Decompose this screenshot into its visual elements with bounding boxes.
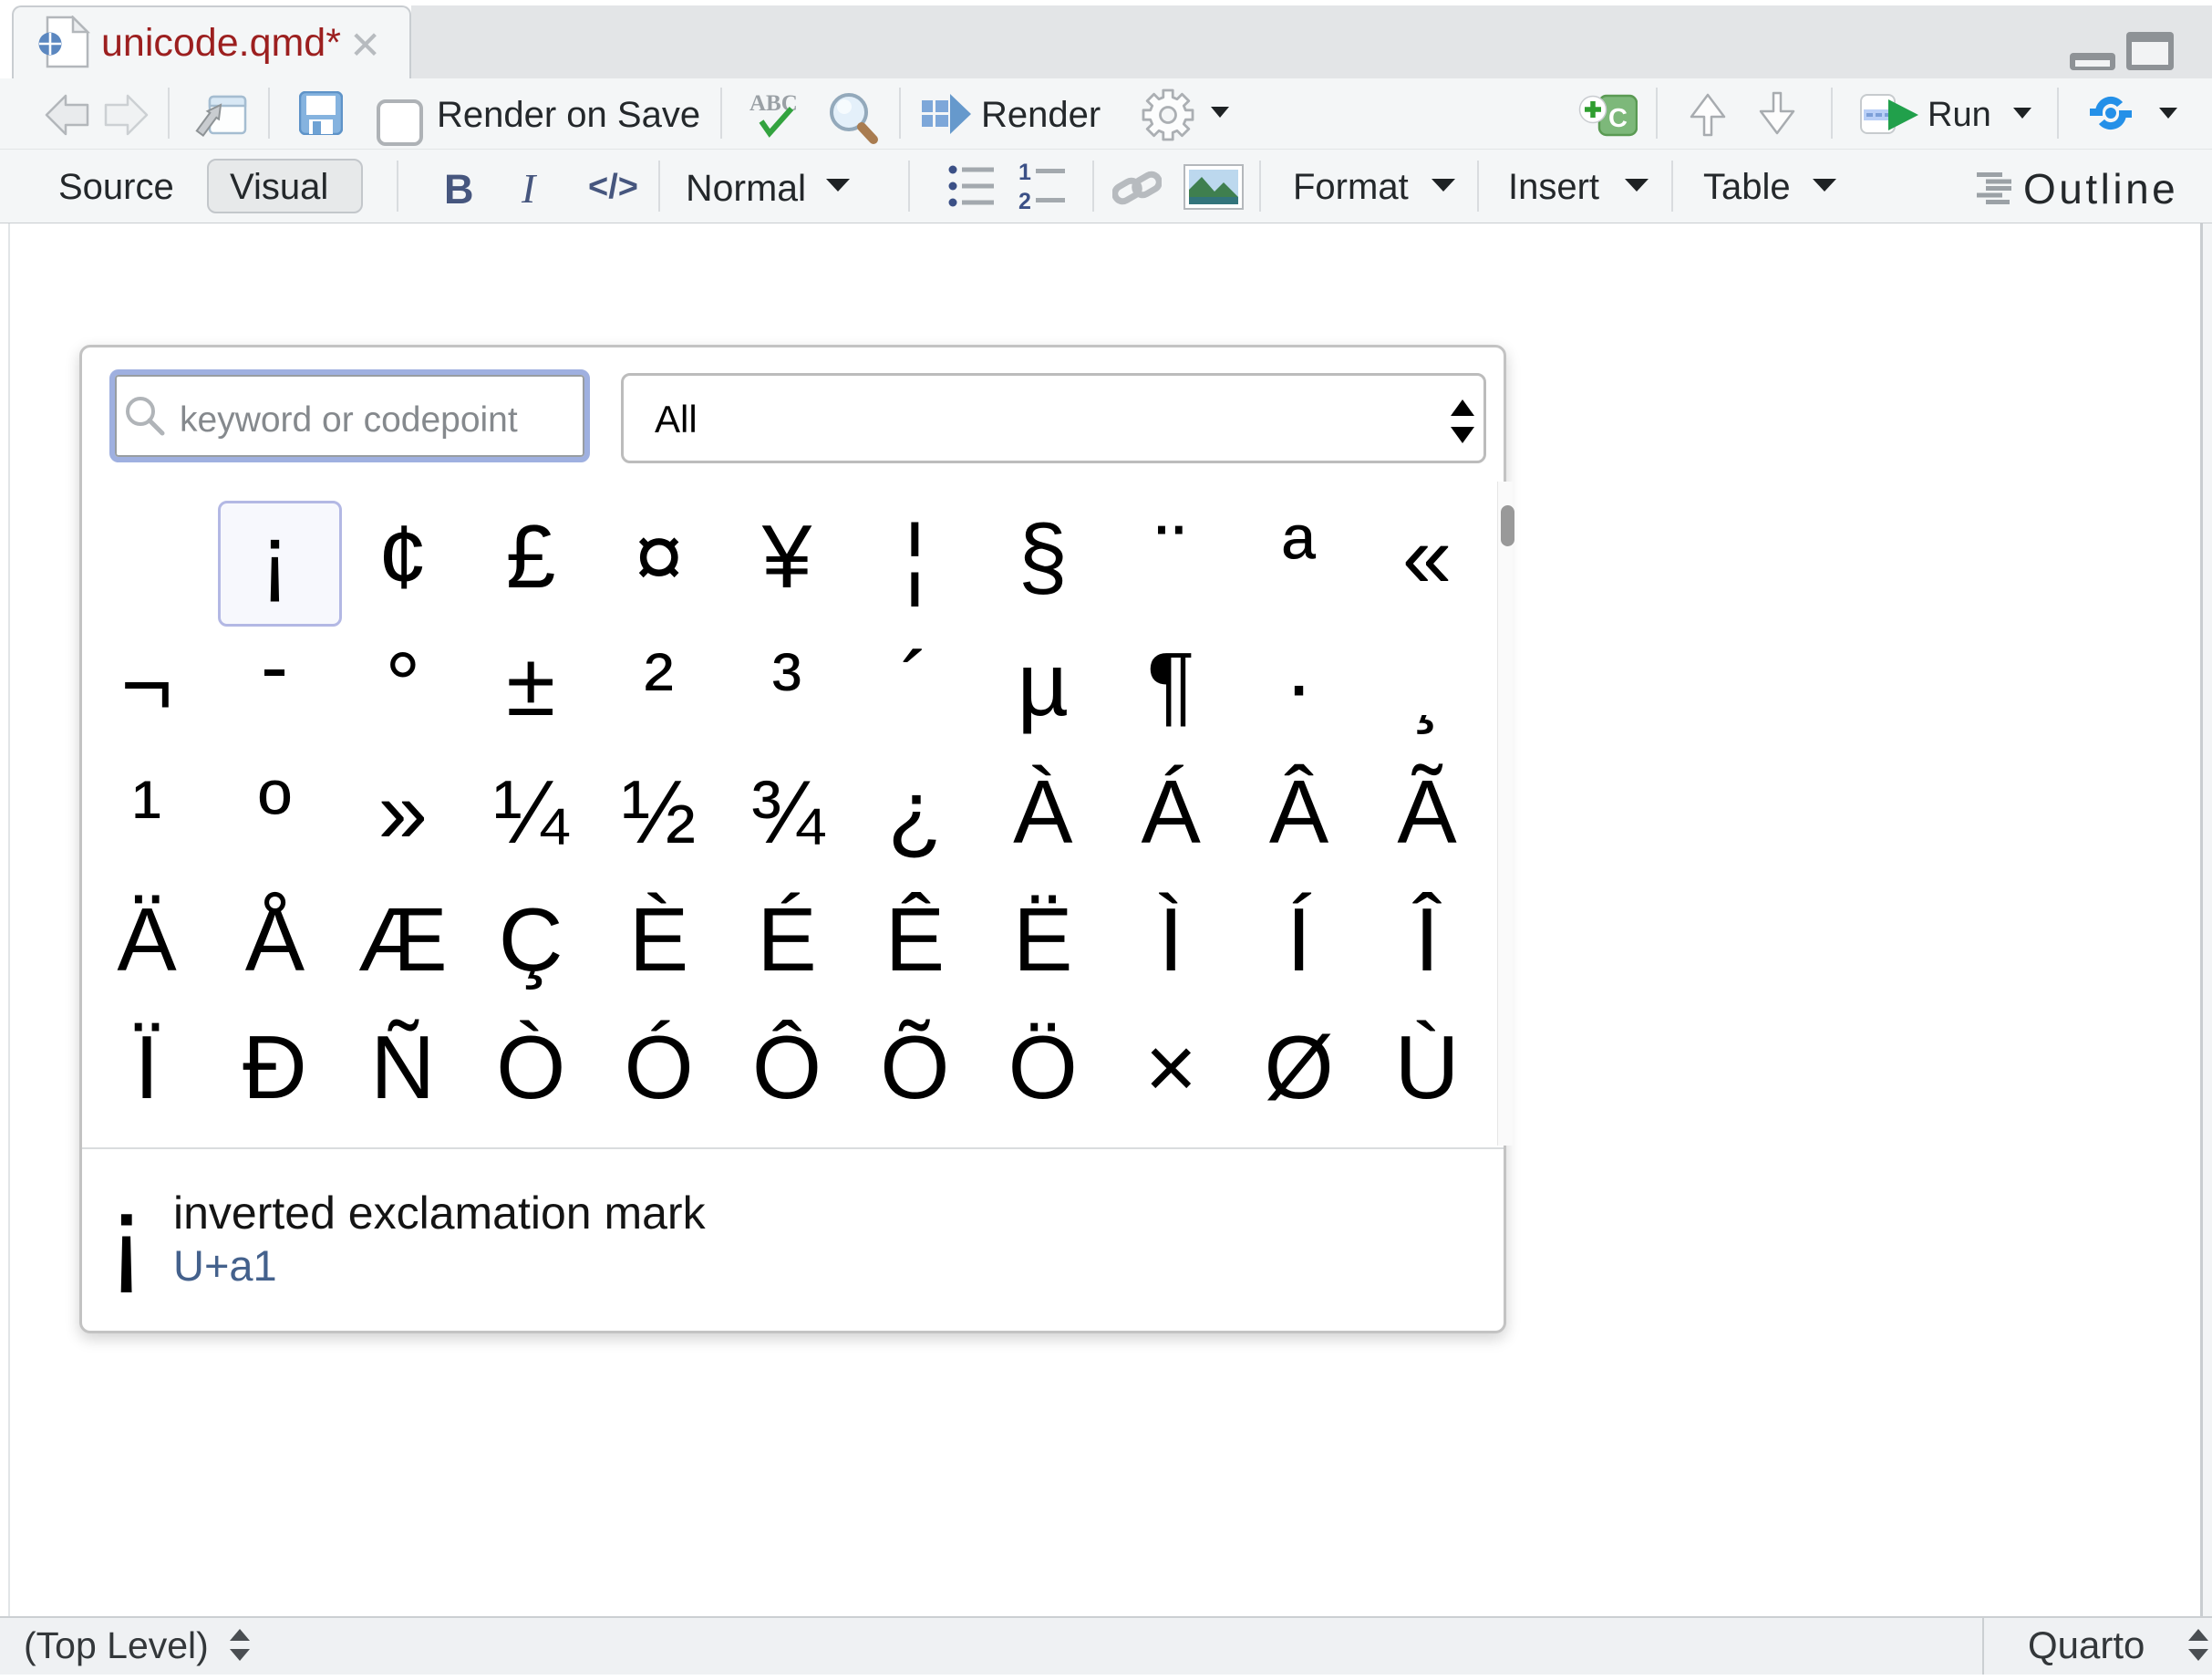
svg-text:C: C <box>1608 104 1628 133</box>
svg-text:2: 2 <box>1018 189 1031 212</box>
svg-text:1: 1 <box>1018 161 1031 185</box>
